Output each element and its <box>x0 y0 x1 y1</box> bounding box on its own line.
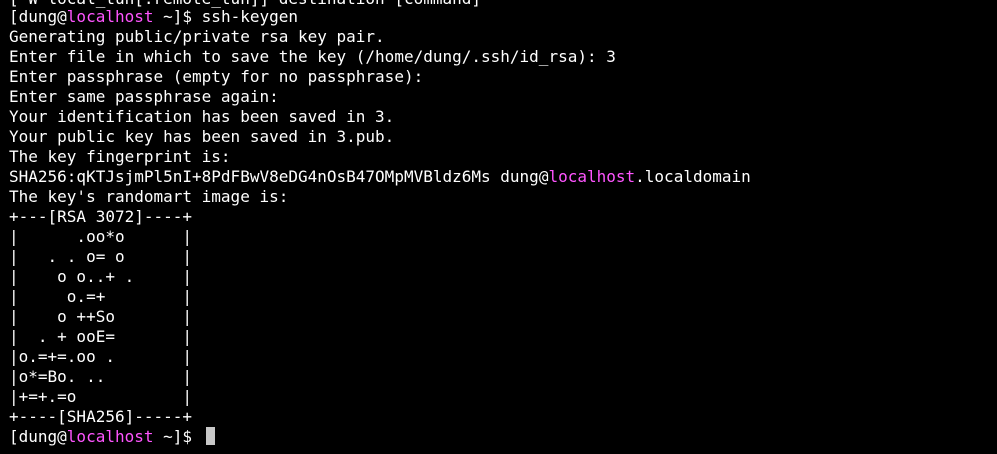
prompt-line: [dung@localhost ~]$ ssh-keygen <box>9 7 298 27</box>
output-line: Enter file in which to save the key (/ho… <box>9 47 616 66</box>
output-line: Generating public/private rsa key pair. <box>9 27 385 46</box>
output-line: The key fingerprint is: <box>9 147 231 166</box>
terminal-window[interactable]: [-W local_tun[:remote_tun]] destination … <box>0 0 997 454</box>
output-line: Enter passphrase (empty for no passphras… <box>9 67 424 86</box>
text-cursor <box>205 427 215 445</box>
randomart-line: | . . o= o | <box>9 247 193 266</box>
randomart-line: +----[SHA256]-----+ <box>9 407 193 426</box>
output-line: Your identification has been saved in 3. <box>9 107 395 126</box>
output-line: Your public key has been saved in 3.pub. <box>9 127 395 146</box>
prompt-user: [dung@ <box>9 427 67 446</box>
randomart-line: | . + ooE= | <box>9 327 193 346</box>
fingerprint-line: SHA256:qKTJsjmPl5nI+8PdFBwV8eDG4nOsB47OM… <box>9 167 751 187</box>
fingerprint-hostname: localhost <box>548 167 636 186</box>
prompt-user: [dung@ <box>9 7 67 26</box>
fingerprint-hash: SHA256:qKTJsjmPl5nI+8PdFBwV8eDG4nOsB47OM… <box>9 167 501 186</box>
prompt-dir: ~]$ <box>153 7 202 26</box>
fingerprint-domain: .localdomain <box>635 167 751 186</box>
randomart-line: | .oo*o | <box>9 227 193 246</box>
randomart-line: +---[RSA 3072]----+ <box>9 207 193 226</box>
output-line: Enter same passphrase again: <box>9 87 279 106</box>
output-line: The key's randomart image is: <box>9 187 289 206</box>
prompt-hostname: localhost <box>66 427 154 446</box>
randomart-line: |o.=+=.oo . | <box>9 347 193 366</box>
randomart-line: |o*=Bo. .. | <box>9 367 193 386</box>
command-text: ssh-keygen <box>201 7 298 26</box>
prompt-dir: ~]$ <box>153 427 202 446</box>
randomart-line: |+=+.=o | <box>9 387 193 406</box>
fingerprint-user: dung@ <box>500 167 549 186</box>
prompt-hostname: localhost <box>66 7 154 26</box>
randomart-line: | o o..+ . | <box>9 267 193 286</box>
randomart-line: | o ++So | <box>9 307 193 326</box>
active-prompt-line[interactable]: [dung@localhost ~]$ <box>9 427 215 447</box>
randomart-line: | o.=+ | <box>9 287 193 306</box>
